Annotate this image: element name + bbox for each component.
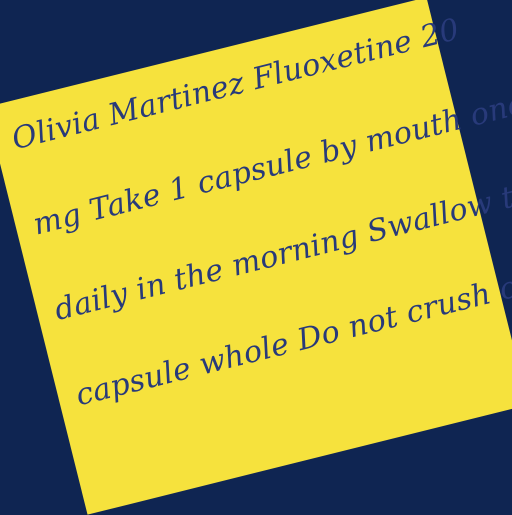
prescription-note: Olivia Martinez Fluoxetine 20 mg Take 1 … — [0, 0, 512, 515]
